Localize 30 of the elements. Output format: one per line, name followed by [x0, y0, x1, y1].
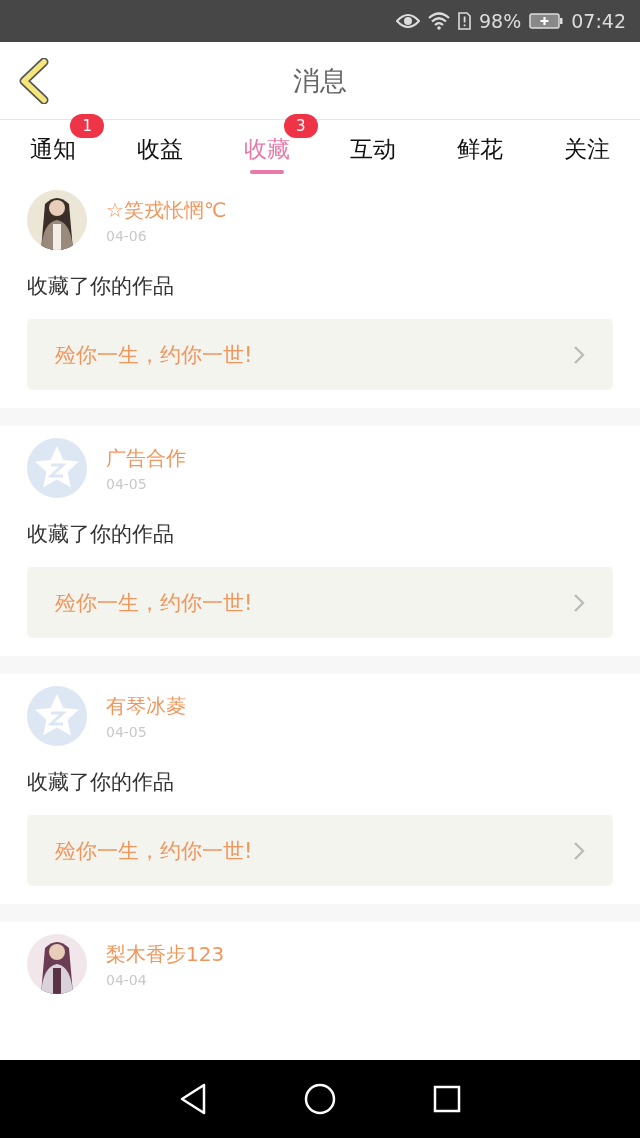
tab[interactable]: 关注 [563, 133, 610, 165]
clock-time: 07:42 [571, 10, 626, 32]
count-badge: 3 [283, 114, 318, 138]
battery-percentage: 98% [479, 10, 522, 32]
tab[interactable]: 互动 [350, 133, 397, 165]
eye-icon [396, 13, 420, 29]
sim-alert-icon [458, 12, 471, 30]
recents-nav-icon[interactable] [433, 1085, 462, 1113]
back-nav-icon[interactable] [178, 1083, 207, 1115]
chevron-right-icon [573, 592, 585, 613]
count-badge: 1 [70, 114, 105, 138]
tab[interactable]: 鲜花 [457, 133, 503, 165]
message-text: 收藏了你的作品 [27, 769, 175, 796]
back-icon[interactable] [18, 58, 50, 104]
user-name[interactable]: ☆笑戎怅惘℃ [106, 196, 227, 224]
work-link[interactable]: 殓你一生，约你一世! [27, 319, 613, 390]
user-name[interactable]: 广告合作 [106, 444, 186, 472]
tab[interactable]: 收益 [137, 133, 183, 165]
chevron-right-icon [573, 840, 585, 861]
home-nav-icon[interactable] [304, 1083, 336, 1115]
message-text: 收藏了你的作品 [27, 273, 175, 300]
user-name[interactable]: 梨木香步123 [106, 940, 225, 968]
battery-charging-icon [529, 13, 564, 29]
user-name[interactable]: 有琴冰菱 [106, 692, 186, 720]
work-link[interactable]: 殓你一生，约你一世! [27, 567, 613, 638]
chevron-right-icon [573, 344, 585, 365]
wifi-icon [428, 12, 450, 30]
message-text: 收藏了你的作品 [27, 521, 175, 548]
page-title: 消息 [293, 63, 347, 98]
work-link[interactable]: 殓你一生，约你一世! [27, 815, 613, 886]
